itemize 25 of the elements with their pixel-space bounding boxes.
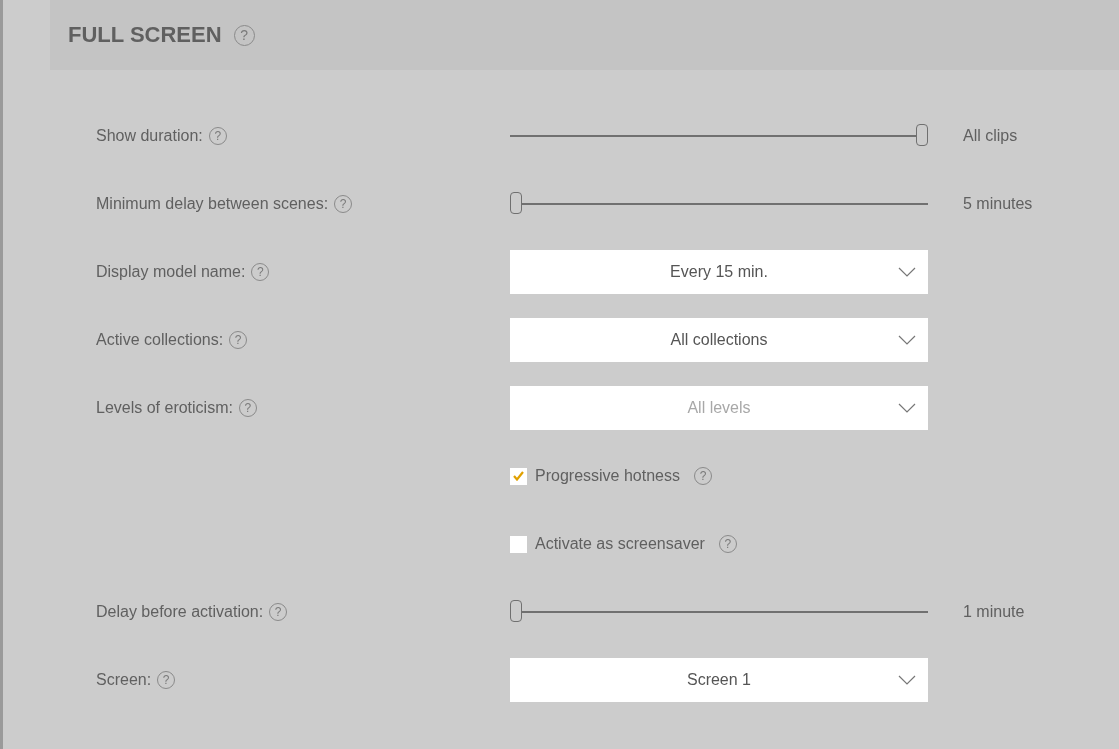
chevron-down-icon [898, 267, 916, 277]
slider-thumb[interactable] [510, 600, 522, 622]
checkbox[interactable] [510, 467, 527, 485]
setting-label: Active collections: [96, 331, 224, 349]
slider-thumb[interactable] [510, 192, 522, 214]
slider-thumb[interactable] [916, 124, 928, 146]
section-title: FULL SCREEN [68, 22, 222, 48]
checkbox-label: Progressive hotness [535, 467, 680, 485]
checkbox[interactable] [510, 535, 527, 553]
dropdown[interactable]: All collections [510, 318, 928, 362]
setting-label: Show duration: [96, 127, 203, 145]
slider-value: 5 minutes [962, 195, 1033, 212]
slider-value: 1 minute [962, 603, 1025, 620]
setting-label: Display model name: [96, 263, 246, 281]
dropdown[interactable]: Every 15 min. [510, 250, 928, 294]
setting-label: Screen: [96, 671, 152, 689]
setting-label: Delay before activation: [96, 603, 264, 621]
dropdown[interactable]: Screen 1 [510, 658, 928, 702]
chevron-down-icon [898, 403, 916, 413]
checkbox-label: Activate as screensaver [535, 535, 705, 553]
chevron-down-icon [898, 675, 916, 685]
setting-label: Levels of eroticism: [96, 399, 233, 417]
setting-label: Minimum delay between scenes: [96, 195, 329, 213]
slider-value: All clips [962, 127, 1018, 144]
chevron-down-icon [898, 335, 916, 345]
